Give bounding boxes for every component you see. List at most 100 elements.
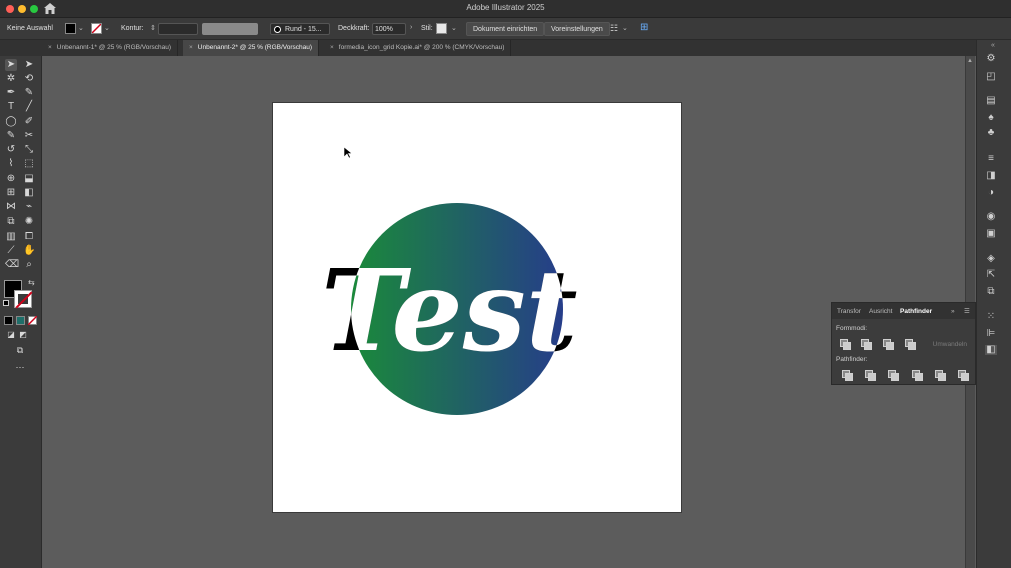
layers-icon[interactable]: ◈ <box>985 254 997 264</box>
variable-width-profile[interactable] <box>202 23 258 35</box>
gradient-tool-icon[interactable]: ◧ <box>23 187 35 199</box>
collapse-dock-icon[interactable]: « <box>991 42 995 49</box>
stepper-icon[interactable]: ⇕ <box>150 24 156 32</box>
exclude-icon[interactable] <box>905 339 916 350</box>
share-icon[interactable]: ⊞ <box>640 22 648 33</box>
artboards-icon[interactable]: ⧉ <box>985 287 997 297</box>
opacity-field[interactable]: 100% <box>372 23 406 35</box>
expand-button[interactable]: Umwandeln <box>933 341 967 348</box>
pen-tool-icon[interactable]: ✒ <box>5 87 17 99</box>
shape-builder-tool-icon[interactable]: ⊕ <box>5 173 17 185</box>
tab-pathfinder[interactable]: Pathfinder <box>900 308 932 315</box>
scissors-tool-icon[interactable]: ✂ <box>23 130 35 142</box>
zoom-tool-icon[interactable]: ⌕ <box>23 259 35 271</box>
artboard-tool-icon[interactable]: ⧠ <box>23 231 35 243</box>
panel-menu-icon[interactable]: ☰ <box>964 307 970 315</box>
none-mode-icon[interactable] <box>28 316 37 325</box>
tab-unbenannt-1[interactable]: × Unbenannt-1* @ 25 % (RGB/Vorschau) <box>42 40 179 56</box>
outline-icon[interactable] <box>935 370 946 381</box>
eraser-tool-icon[interactable]: ⌫ <box>5 259 19 271</box>
export-icon[interactable]: ⇱ <box>985 270 997 280</box>
tab-transform[interactable]: Transfor <box>837 308 861 315</box>
eyedropper-tool-icon[interactable]: ⌁ <box>23 201 35 213</box>
fill-swatch[interactable] <box>65 23 76 34</box>
mesh-tool-icon[interactable]: ⋈ <box>5 201 17 213</box>
selection-status: Keine Auswahl <box>7 25 53 32</box>
intersect-icon[interactable] <box>883 339 894 350</box>
chevron-down-icon[interactable]: ⌄ <box>622 24 628 32</box>
artboard[interactable]: Test Test <box>272 102 682 513</box>
swap-fill-stroke-icon[interactable]: ⇆ <box>28 278 35 287</box>
tab-unbenannt-2[interactable]: × Unbenannt-2* @ 25 % (RGB/Vorschau) <box>183 40 320 56</box>
stroke-icon[interactable]: ≡ <box>985 154 997 164</box>
color-icon[interactable]: ▤ <box>985 96 997 106</box>
appearance-icon[interactable]: ◉ <box>985 212 997 222</box>
artwork[interactable]: Test Test <box>273 103 683 514</box>
chevron-down-icon[interactable]: ⌄ <box>451 24 457 32</box>
libraries-icon[interactable]: ◰ <box>985 72 997 82</box>
properties-icon[interactable]: ⚙ <box>985 54 997 64</box>
hand-tool-icon[interactable]: ✋ <box>23 245 35 257</box>
blend-tool-icon[interactable]: ⧉ <box>5 216 17 228</box>
screen-mode-icon[interactable]: ⧉ <box>14 344 26 356</box>
transform-icon[interactable]: ⁙ <box>985 312 997 322</box>
direct-selection-tool-icon[interactable]: ➤ <box>23 59 35 71</box>
preferences-button[interactable]: Voreinstellungen <box>544 22 610 36</box>
warp-tool-icon[interactable]: ⌇ <box>5 158 17 170</box>
graphic-style-swatch[interactable] <box>436 23 447 34</box>
arrange-documents-icon[interactable]: ☷ <box>610 23 618 34</box>
transparency-icon[interactable]: ◑ <box>985 188 997 198</box>
paintbrush-tool-icon[interactable]: ✐ <box>23 116 35 128</box>
document-setup-button[interactable]: Dokument einrichten <box>466 22 545 36</box>
graphic-styles-icon[interactable]: ▣ <box>985 229 997 239</box>
stroke-swatch[interactable] <box>91 23 102 34</box>
brush-dropdown[interactable]: Rund - 15... <box>270 23 330 35</box>
close-icon[interactable]: × <box>330 44 334 51</box>
brushes-icon[interactable]: ♠ <box>985 113 997 123</box>
merge-icon[interactable] <box>888 370 899 381</box>
live-paint-tool-icon[interactable]: ⬓ <box>23 173 35 185</box>
gradient-mode-icon[interactable] <box>16 316 25 325</box>
magic-wand-tool-icon[interactable]: ✲ <box>5 73 17 85</box>
minus-front-icon[interactable] <box>861 339 872 350</box>
unite-icon[interactable] <box>840 339 851 350</box>
divide-icon[interactable] <box>842 370 853 381</box>
scale-tool-icon[interactable]: ⤡ <box>23 144 35 156</box>
crop-icon[interactable] <box>912 370 923 381</box>
chevron-down-icon[interactable]: ⌄ <box>104 24 110 32</box>
ellipse-tool-icon[interactable]: ◯ <box>5 116 17 128</box>
curvature-tool-icon[interactable]: ✎ <box>23 87 35 99</box>
pathfinder-icon[interactable]: ◧ <box>985 345 997 355</box>
rotate-tool-icon[interactable]: ↺ <box>5 144 17 156</box>
selection-tool-icon[interactable]: ➤ <box>5 59 17 71</box>
draw-behind-icon[interactable]: ◩ <box>17 329 29 341</box>
tab-formedia-icon-grid[interactable]: × formedia_icon_grid Kopie.ai* @ 200 % (C… <box>324 40 512 56</box>
minus-back-icon[interactable] <box>958 370 969 381</box>
align-icon[interactable]: ⊫ <box>985 329 997 339</box>
tab-align[interactable]: Ausricht <box>869 308 892 315</box>
symbol-sprayer-tool-icon[interactable]: ✺ <box>23 216 35 228</box>
stroke-color-box[interactable] <box>14 290 32 308</box>
collapse-panel-icon[interactable]: » <box>951 308 955 315</box>
perspective-grid-tool-icon[interactable]: ⊞ <box>5 187 17 199</box>
symbols-icon[interactable]: ♣ <box>985 128 997 138</box>
trim-icon[interactable] <box>865 370 876 381</box>
type-tool-icon[interactable]: T <box>5 101 17 113</box>
chevron-right-icon[interactable]: › <box>410 24 412 31</box>
stroke-weight-dropdown[interactable] <box>158 23 198 35</box>
scroll-up-icon[interactable]: ▲ <box>967 58 973 64</box>
gradient-icon[interactable]: ◨ <box>985 171 997 181</box>
line-tool-icon[interactable]: ╱ <box>23 101 35 113</box>
close-icon[interactable]: × <box>189 44 193 51</box>
close-icon[interactable]: × <box>48 44 52 51</box>
draw-normal-icon[interactable]: ◪ <box>5 329 17 341</box>
default-colors-icon[interactable] <box>3 300 9 306</box>
chevron-down-icon[interactable]: ⌄ <box>78 24 84 32</box>
free-transform-tool-icon[interactable]: ⬚ <box>23 158 35 170</box>
slice-tool-icon[interactable]: ⟋ <box>5 245 17 257</box>
more-tools-icon[interactable]: ⋯ <box>14 361 26 373</box>
column-graph-tool-icon[interactable]: ▥ <box>5 231 17 243</box>
shaper-tool-icon[interactable]: ✎ <box>5 130 17 142</box>
lasso-tool-icon[interactable]: ⟲ <box>23 73 35 85</box>
color-mode-icon[interactable] <box>4 316 13 325</box>
